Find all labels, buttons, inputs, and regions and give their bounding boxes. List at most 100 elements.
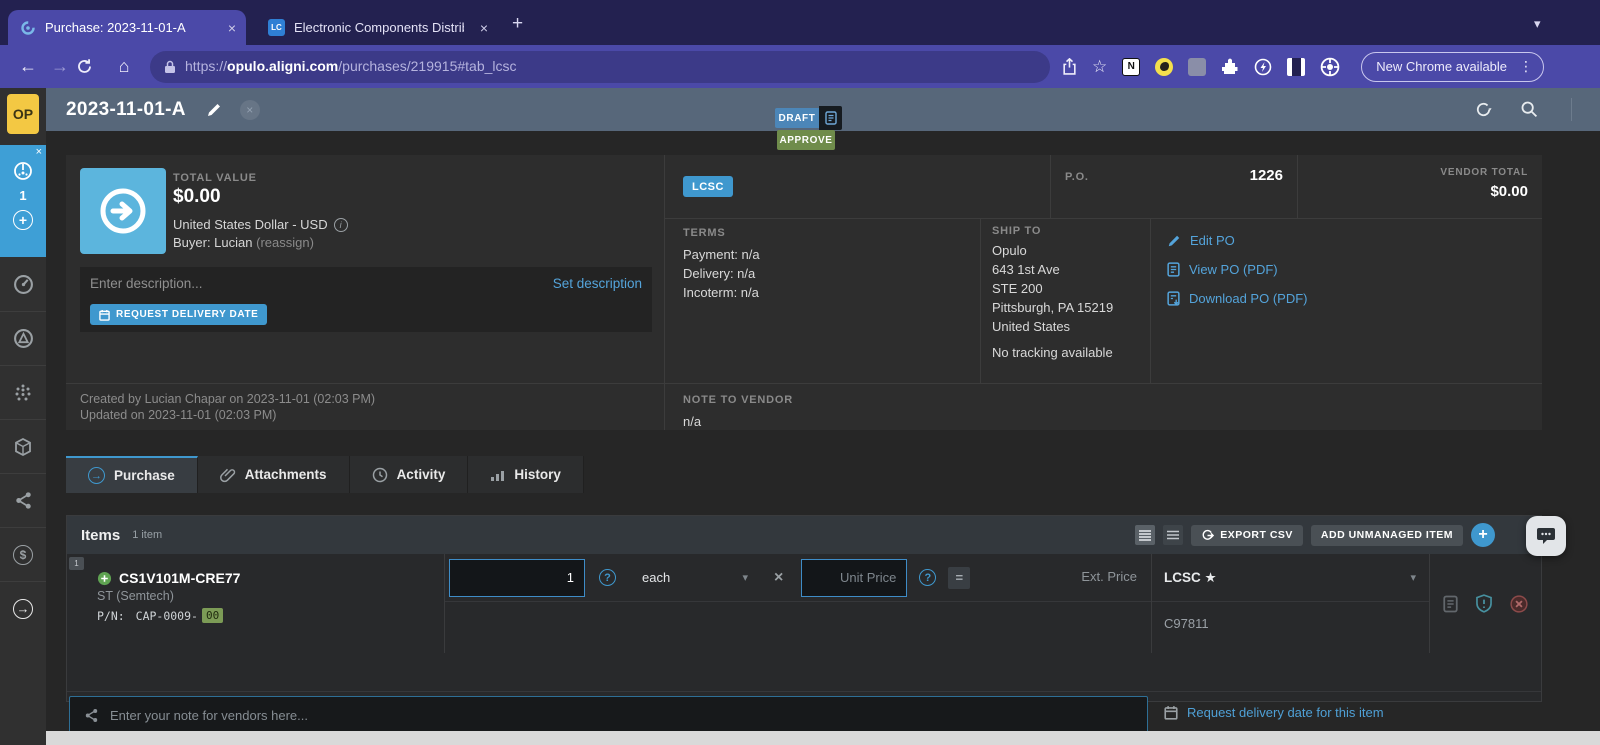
ship-to-line: 643 1st Ave	[992, 260, 1150, 279]
delete-po-icon[interactable]: ×	[240, 100, 260, 120]
purchase-tile-icon	[80, 168, 166, 254]
sidebar-active-section[interactable]: × 1 +	[0, 145, 46, 257]
quantity-price-cell: ? each ▾ × ? = Ext. Price	[444, 554, 1151, 653]
unit-price-input[interactable]	[801, 559, 907, 597]
view-po-link[interactable]: View PO (PDF)	[1167, 262, 1542, 277]
search-icon[interactable]	[1520, 100, 1538, 118]
currency-line: United States Dollar - USD i	[173, 217, 348, 232]
bookmark-star-icon[interactable]: ☆	[1092, 57, 1107, 77]
purchase-tab-icon: →	[88, 467, 105, 484]
new-chrome-available-button[interactable]: New Chrome available ⋮	[1361, 52, 1544, 82]
calendar-icon	[99, 309, 110, 321]
edit-po-link[interactable]: Edit PO	[1167, 233, 1542, 248]
lighthouse-extension-icon[interactable]	[1254, 58, 1272, 76]
download-po-link[interactable]: Download PO (PDF)	[1167, 291, 1542, 306]
browser-tab-purchase[interactable]: Purchase: 2023-11-01-A ×	[8, 10, 246, 45]
vendor-note-input[interactable]	[110, 708, 1133, 723]
items-toolbar: EXPORT CSV ADD UNMANAGED ITEM +	[1135, 523, 1527, 547]
vendor-total-label: VENDOR TOTAL	[1440, 167, 1528, 178]
list-view-comfortable-button[interactable]	[1163, 525, 1183, 545]
sidebar-item-parts[interactable]	[0, 365, 46, 419]
request-item-delivery-link[interactable]: Request delivery date for this item	[1164, 705, 1384, 720]
manufacturer: ST (Semtech)	[97, 589, 444, 603]
browser-tab-lcsc[interactable]: LC Electronic Components Distrib ×	[256, 10, 498, 45]
terms-label: TERMS	[683, 227, 980, 239]
vendor-total-cell: VENDOR TOTAL $0.00	[1297, 155, 1542, 218]
currency-info-icon[interactable]: i	[334, 218, 348, 232]
tab-close-icon[interactable]: ×	[468, 20, 488, 36]
po-number-cell: P.O. 1226	[1050, 155, 1297, 218]
chrome-menu-icon[interactable]: ⋮	[1515, 58, 1537, 75]
sidebar-close-icon[interactable]: ×	[36, 146, 42, 158]
vendor-badge[interactable]: LCSC	[683, 176, 733, 197]
export-csv-button[interactable]: EXPORT CSV	[1191, 525, 1303, 546]
po-summary-card: TOTAL VALUE $0.00 United States Dollar -…	[66, 155, 1542, 430]
pin-placer-icon[interactable]	[13, 161, 33, 181]
split-screen-extension-icon[interactable]	[1287, 58, 1305, 76]
item-row: 1 CS1V101M-CRE77 ST (Semtech) P/N: CAP-0…	[67, 554, 1541, 653]
share-icon[interactable]	[1062, 58, 1077, 75]
extension-icon-yellow[interactable]	[1155, 58, 1173, 76]
quantity-input[interactable]	[449, 559, 585, 597]
vendor-select[interactable]: LCSC ★ ▾	[1152, 554, 1430, 602]
sidebar-item-share[interactable]	[0, 473, 46, 527]
part-number[interactable]: CS1V101M-CRE77	[119, 570, 240, 586]
sidebar-add-icon[interactable]: +	[13, 210, 33, 230]
sidebar-item-inventory[interactable]	[0, 419, 46, 473]
ship-to-line: Pittsburgh, PA 15219	[992, 298, 1150, 317]
price-help-icon[interactable]: ?	[919, 569, 936, 586]
chat-launcher-button[interactable]	[1526, 516, 1566, 556]
extensions-puzzle-icon[interactable]	[1221, 58, 1239, 76]
sidebar-item-finance[interactable]: $	[0, 527, 46, 581]
vendor-note-box[interactable]	[69, 696, 1148, 734]
forward-button[interactable]: →	[44, 56, 76, 77]
shield-alert-icon[interactable]	[1475, 594, 1493, 613]
add-item-button[interactable]: +	[1471, 523, 1495, 547]
extension-icon-grey[interactable]	[1188, 58, 1206, 76]
uom-select[interactable]: each ▾	[630, 561, 756, 595]
status-doc-icon[interactable]	[819, 106, 842, 130]
clock-icon	[372, 467, 388, 483]
aligni-favicon-icon	[20, 20, 36, 36]
expand-plus-icon[interactable]	[97, 571, 112, 586]
remove-item-icon[interactable]	[1510, 595, 1528, 613]
address-bar[interactable]: https://opulo.aligni.com/purchases/21991…	[150, 51, 1050, 83]
tab-purchase[interactable]: → Purchase	[66, 456, 198, 493]
edit-title-pencil-icon[interactable]	[206, 102, 222, 118]
ship-to-line: United States	[992, 317, 1150, 336]
arrow-right-circle-icon: →	[13, 599, 33, 619]
note-to-vendor-cell: NOTE TO VENDOR n/a	[665, 383, 1542, 430]
new-tab-button[interactable]: +	[512, 14, 523, 33]
reassign-link[interactable]: (reassign)	[256, 235, 314, 250]
reload-button[interactable]	[76, 58, 108, 75]
quote-doc-icon[interactable]	[1443, 595, 1458, 613]
description-placeholder[interactable]: Enter description...	[90, 276, 203, 291]
share-nodes-icon	[14, 491, 33, 510]
back-button[interactable]: ←	[12, 56, 44, 77]
reload-icon	[76, 58, 93, 75]
notion-extension-icon[interactable]: N	[1122, 58, 1140, 76]
items-title: Items	[81, 527, 120, 544]
tab-history[interactable]: History	[468, 456, 584, 493]
tab-title: Electronic Components Distrib	[294, 20, 464, 35]
add-unmanaged-item-button[interactable]: ADD UNMANAGED ITEM	[1311, 525, 1463, 546]
total-value-label: TOTAL VALUE	[173, 172, 257, 184]
document-icon	[1167, 262, 1180, 277]
tab-activity[interactable]: Activity	[350, 456, 469, 493]
tab-close-icon[interactable]: ×	[216, 20, 236, 36]
org-logo[interactable]: OP	[7, 94, 39, 134]
sidebar-item-navigator[interactable]	[0, 311, 46, 365]
sidebar-item-purchasing[interactable]: →	[0, 581, 46, 635]
vendor-cell: LCSC ★ ▾ C97811	[1151, 554, 1429, 653]
sidebar-item-dashboard[interactable]	[0, 257, 46, 311]
approve-button[interactable]: APPROVE	[777, 130, 835, 150]
tab-attachments[interactable]: Attachments	[198, 456, 350, 493]
quantity-help-icon[interactable]: ?	[599, 569, 616, 586]
home-button[interactable]: ⌂	[108, 56, 140, 77]
refresh-icon[interactable]	[1474, 100, 1493, 119]
request-delivery-date-button[interactable]: REQUEST DELIVERY DATE	[90, 304, 267, 325]
tab-search-chevron-icon[interactable]: ▾	[1534, 16, 1541, 32]
target-extension-icon[interactable]	[1320, 57, 1340, 77]
list-view-dense-button[interactable]	[1135, 525, 1155, 545]
set-description-link[interactable]: Set description	[553, 276, 642, 291]
